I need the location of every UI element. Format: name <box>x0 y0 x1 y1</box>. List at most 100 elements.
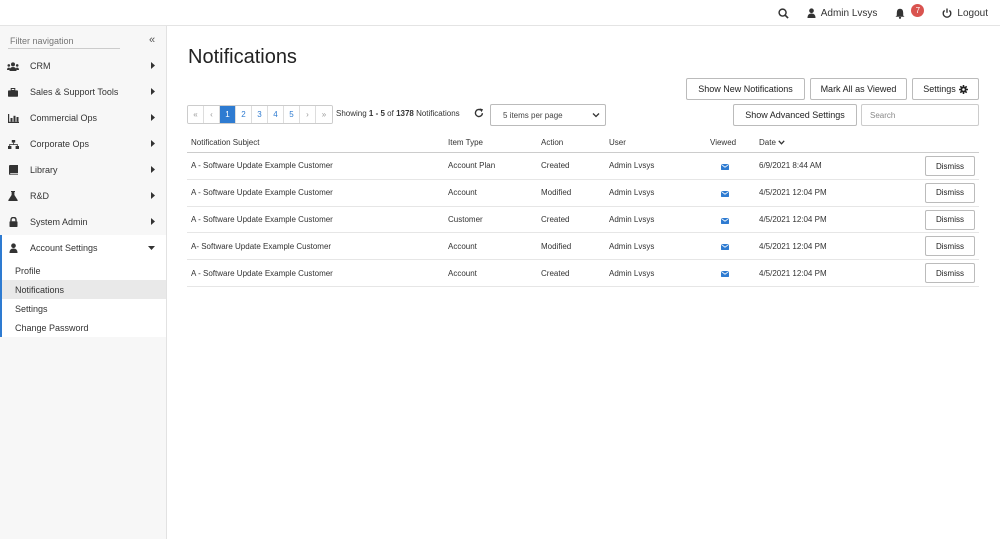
items-per-page-select[interactable]: 5 items per page <box>490 104 606 126</box>
header-user[interactable]: User <box>609 138 626 147</box>
logout-label: Logout <box>957 7 988 19</box>
user-menu[interactable]: Admin Lvsys <box>807 7 878 19</box>
cell-subject[interactable]: A- Software Update Example Customer <box>191 242 331 251</box>
envelope-icon <box>721 217 729 226</box>
cell-item-type: Account Plan <box>448 161 496 171</box>
filter-navigation-input[interactable] <box>8 33 120 49</box>
cell-subject[interactable]: A - Software Update Example Customer <box>191 188 333 197</box>
envelope-icon <box>721 270 729 279</box>
cell-user: Admin Lvsys <box>609 161 655 171</box>
pager-page-button[interactable]: 3 <box>252 106 268 123</box>
sitemap-icon <box>7 139 19 149</box>
pager-last-button[interactable]: » <box>316 106 332 123</box>
cell-subject[interactable]: A - Software Update Example Customer <box>191 269 333 278</box>
pager-page-button[interactable]: 1 <box>220 106 236 123</box>
caret-right-icon <box>151 114 155 121</box>
page-title: Notifications <box>188 46 297 68</box>
cell-action: Created <box>541 161 570 171</box>
caret-right-icon <box>151 218 155 225</box>
cell-subject[interactable]: A - Software Update Example Customer <box>191 161 333 170</box>
sidebar-item-library[interactable]: Library <box>0 157 166 183</box>
header-date: Date <box>759 137 776 147</box>
button-label: Show Advanced Settings <box>745 110 845 120</box>
cell-item-type: Account <box>448 268 477 278</box>
caret-down-icon <box>148 246 155 250</box>
users-icon <box>7 61 19 71</box>
sidebar-subitem-settings[interactable]: Settings <box>2 299 166 318</box>
double-chevron-left-icon: « <box>149 34 156 46</box>
showing-of: of <box>384 109 397 118</box>
table-row: A - Software Update Example Customer Acc… <box>187 153 979 180</box>
sidebar-subitem-change-password[interactable]: Change Password <box>2 318 166 337</box>
cell-date: 4/5/2021 12:04 PM <box>759 268 827 278</box>
user-icon <box>7 243 19 253</box>
main-content: Notifications Show New Notifications Mar… <box>167 26 1000 539</box>
caret-right-icon <box>151 88 155 95</box>
book-icon <box>7 165 19 175</box>
pager-first-button[interactable]: « <box>188 106 204 123</box>
cell-user: Admin Lvsys <box>609 241 655 251</box>
header-date-sortable[interactable]: Date <box>759 138 785 147</box>
cell-user: Admin Lvsys <box>609 214 655 224</box>
cell-date: 4/5/2021 12:04 PM <box>759 214 827 224</box>
pager-page-button[interactable]: 4 <box>268 106 284 123</box>
dismiss-button[interactable]: Dismiss <box>925 263 975 284</box>
header-item-type[interactable]: Item Type <box>448 138 483 147</box>
envelope-icon <box>721 243 729 252</box>
sidebar-item-commercial-ops[interactable]: Commercial Ops <box>0 105 166 131</box>
mark-all-as-viewed-button[interactable]: Mark All as Viewed <box>810 78 907 100</box>
header-viewed[interactable]: Viewed <box>710 138 736 147</box>
cell-item-type: Account <box>448 241 477 251</box>
sidebar-item-sales-support-tools[interactable]: Sales & Support Tools <box>0 79 166 105</box>
pager-prev-button[interactable]: ‹ <box>204 106 220 123</box>
search-icon <box>778 7 789 19</box>
show-new-notifications-button[interactable]: Show New Notifications <box>686 78 805 100</box>
showing-total: 1378 <box>396 109 414 118</box>
sidebar-item-label: Corporate Ops <box>30 139 90 149</box>
showing-range: 1 - 5 <box>368 109 385 118</box>
pager-page-button[interactable]: 5 <box>284 106 300 123</box>
dismiss-button[interactable]: Dismiss <box>925 182 975 203</box>
sidebar-item-rnd[interactable]: R&D <box>0 183 166 209</box>
button-label: Settings <box>923 84 956 94</box>
button-label: Show New Notifications <box>698 84 793 94</box>
collapse-sidebar-button[interactable]: « <box>149 34 155 46</box>
show-advanced-settings-button[interactable]: Show Advanced Settings <box>733 104 857 126</box>
sidebar-subitem-profile[interactable]: Profile <box>2 261 166 280</box>
cell-subject[interactable]: A - Software Update Example Customer <box>191 215 333 224</box>
cell-action: Modified <box>541 241 572 251</box>
search-button[interactable] <box>778 7 789 19</box>
dismiss-button[interactable]: Dismiss <box>925 209 975 230</box>
sidebar-item-corporate-ops[interactable]: Corporate Ops <box>0 131 166 157</box>
showing-suffix: Notifications <box>413 109 460 118</box>
refresh-button[interactable] <box>474 108 484 120</box>
logout-button[interactable]: Logout <box>942 8 988 19</box>
notifications-bell-button[interactable]: 7 <box>895 3 925 19</box>
pagination: « ‹ 1 2 3 4 5 › » <box>187 105 333 124</box>
cell-user: Admin Lvsys <box>609 188 655 198</box>
dismiss-button[interactable]: Dismiss <box>925 156 975 176</box>
search-input[interactable] <box>861 104 979 126</box>
cell-date: 4/5/2021 12:04 PM <box>759 241 827 251</box>
sidebar-item-account-settings[interactable]: Account Settings <box>2 235 166 261</box>
sidebar-item-label: Commercial Ops <box>30 113 98 123</box>
sidebar-item-crm[interactable]: CRM <box>0 53 166 79</box>
pager-next-button[interactable]: › <box>300 106 316 123</box>
dismiss-button[interactable]: Dismiss <box>925 236 975 257</box>
caret-right-icon <box>151 140 155 147</box>
table-row: A- Software Update Example Customer Acco… <box>187 233 979 261</box>
table-row: A - Software Update Example Customer Acc… <box>187 180 979 207</box>
settings-button[interactable]: Settings <box>912 78 979 100</box>
sidebar-item-label: Sales & Support Tools <box>30 87 119 97</box>
user-name: Admin Lvsys <box>820 7 878 19</box>
cell-action: Created <box>541 214 570 224</box>
pager-page-button[interactable]: 2 <box>236 106 252 123</box>
caret-right-icon <box>151 192 155 199</box>
envelope-icon <box>721 190 729 199</box>
sidebar-subitem-notifications[interactable]: Notifications <box>2 280 166 299</box>
header-notification-subject[interactable]: Notification Subject <box>191 138 259 147</box>
cell-date: 4/5/2021 12:04 PM <box>759 188 827 198</box>
header-action[interactable]: Action <box>541 138 563 147</box>
sidebar-item-system-admin[interactable]: System Admin <box>0 209 166 235</box>
sort-desc-icon <box>778 139 785 145</box>
